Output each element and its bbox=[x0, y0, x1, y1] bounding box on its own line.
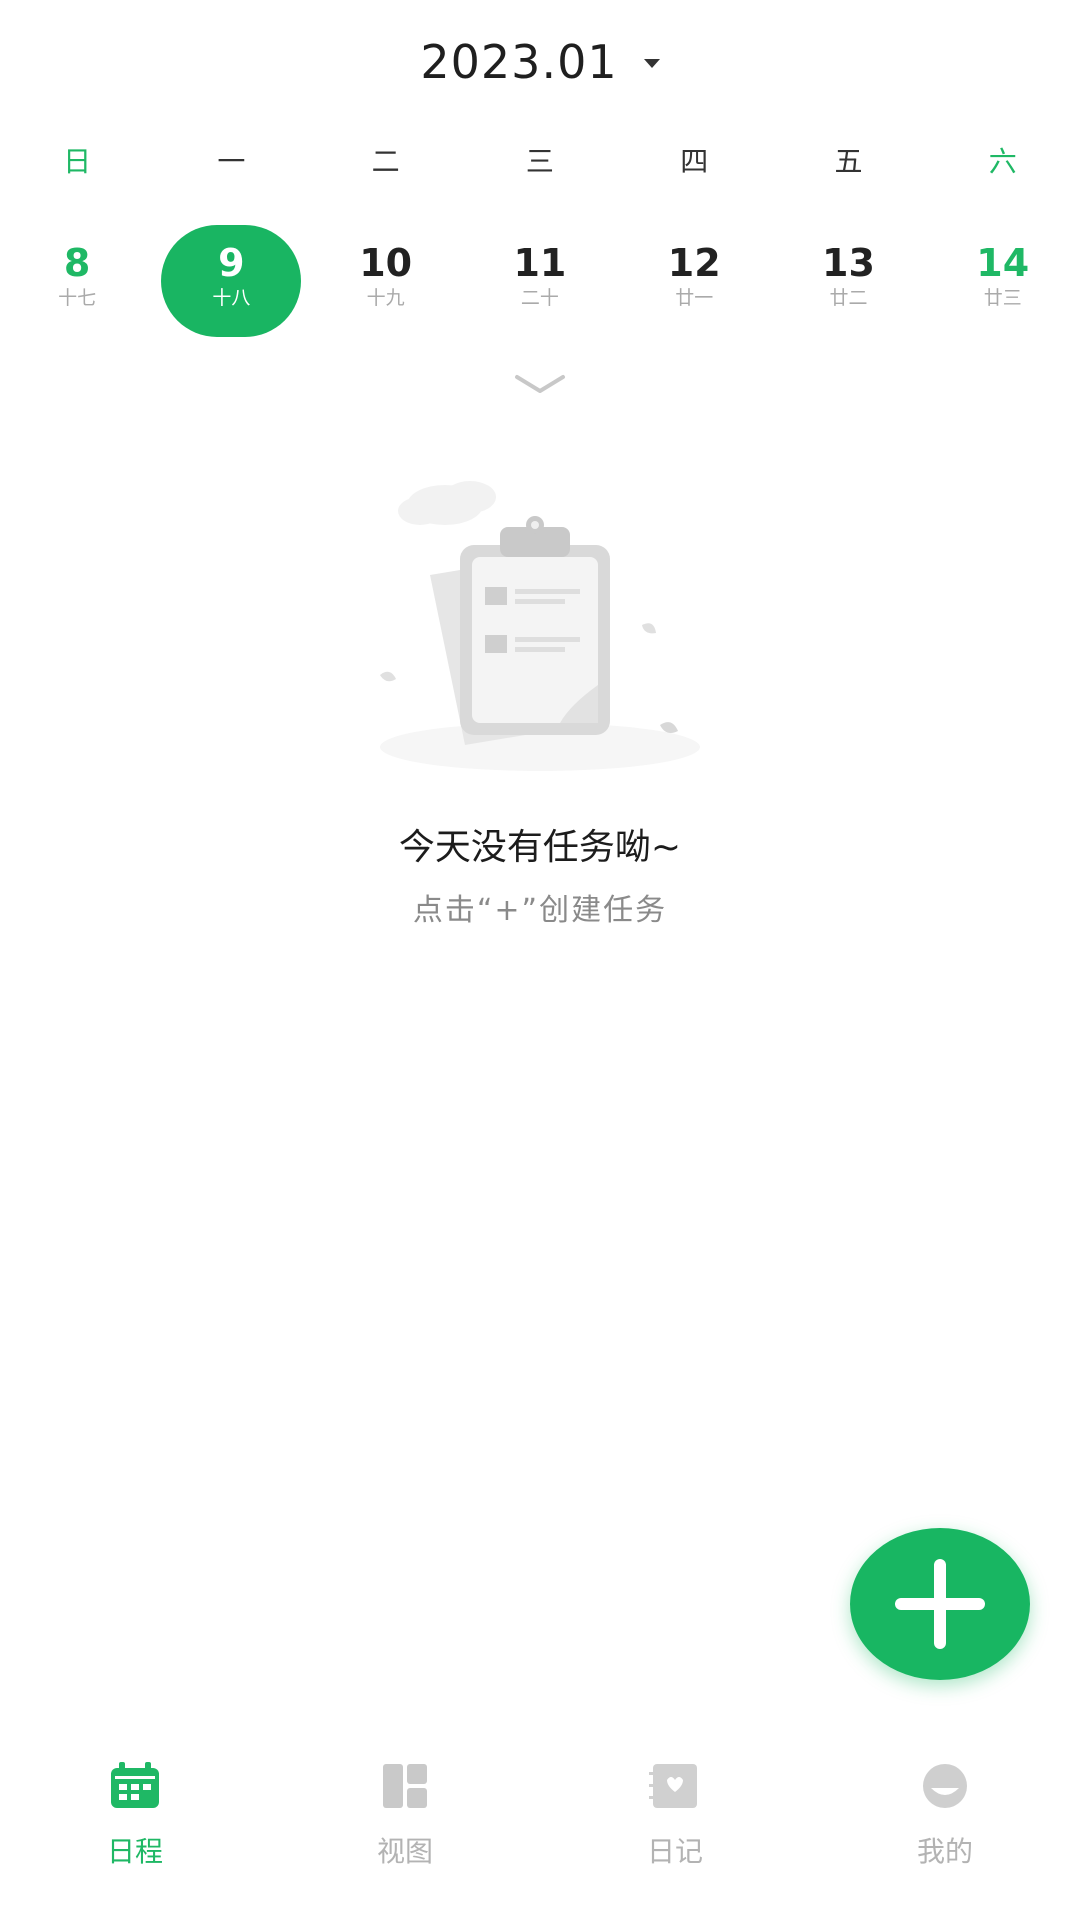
lunar-date: 十八 bbox=[212, 287, 251, 309]
date-number: 14 bbox=[976, 241, 1030, 285]
weekday-tue: 二 bbox=[371, 145, 400, 178]
plus-icon-vertical bbox=[934, 1559, 946, 1649]
nav-item-profile[interactable]: 我的 bbox=[810, 1760, 1080, 1910]
weekday-mon: 一 bbox=[217, 145, 246, 178]
date-number: 11 bbox=[513, 241, 567, 285]
date-number: 8 bbox=[63, 241, 91, 285]
weekday-fri: 五 bbox=[834, 145, 863, 178]
lunar-date: 十九 bbox=[366, 287, 405, 309]
date-cell-8[interactable]: 8 十七 bbox=[0, 225, 154, 345]
date-number: 10 bbox=[359, 241, 413, 285]
lunar-date: 二十 bbox=[520, 287, 559, 309]
nav-label: 我的 bbox=[916, 1835, 973, 1868]
date-cell-10[interactable]: 10 十九 bbox=[309, 225, 463, 345]
lunar-date: 十七 bbox=[58, 287, 97, 309]
month-label: 2023.01 bbox=[420, 35, 618, 89]
add-task-button[interactable] bbox=[850, 1528, 1030, 1680]
date-number: 9 bbox=[218, 241, 245, 285]
chevron-down-icon[interactable] bbox=[513, 372, 567, 396]
lunar-date: 廿一 bbox=[675, 287, 714, 309]
nav-label: 视图 bbox=[376, 1835, 433, 1868]
date-cell-11[interactable]: 11 二十 bbox=[463, 225, 617, 345]
date-number: 13 bbox=[822, 241, 875, 285]
empty-state-title: 今天没有任务呦~ bbox=[398, 827, 682, 868]
date-cell-14[interactable]: 14 廿三 bbox=[926, 225, 1080, 345]
lunar-date: 廿三 bbox=[983, 287, 1022, 309]
profile-icon bbox=[923, 1764, 967, 1808]
empty-state-hint: 点击“+”创建任务 bbox=[412, 893, 668, 928]
calendar-icon bbox=[111, 1762, 159, 1808]
empty-clipboard-illustration bbox=[380, 481, 700, 771]
nav-item-schedule[interactable]: 日程 bbox=[0, 1760, 270, 1910]
week-date-strip: 8 十七 9 十八 10 十九 11 二十 12 廿一 13 廿二 14 廿三 bbox=[0, 225, 1080, 345]
date-cell-12[interactable]: 12 廿一 bbox=[617, 225, 771, 345]
nav-label: 日记 bbox=[646, 1835, 703, 1868]
nav-label: 日程 bbox=[106, 1835, 163, 1868]
nav-item-view[interactable]: 视图 bbox=[270, 1760, 540, 1910]
date-cell-13[interactable]: 13 廿二 bbox=[771, 225, 925, 345]
caret-down-icon bbox=[643, 58, 660, 68]
weekday-sun: 日 bbox=[63, 145, 92, 178]
weekday-sat: 六 bbox=[988, 145, 1017, 178]
grid-icon bbox=[383, 1764, 427, 1808]
date-number: 12 bbox=[667, 241, 721, 285]
bottom-nav: 日程 视图 日记 我的 bbox=[0, 1760, 1080, 1910]
weekday-thu: 四 bbox=[680, 145, 709, 178]
diary-icon bbox=[649, 1764, 697, 1808]
app-screen: 2023.01 日 一 二 三 四 五 六 8 十七 9 十八 10 十九 11… bbox=[0, 0, 1080, 1920]
weekday-wed: 三 bbox=[525, 145, 554, 178]
lunar-date: 廿二 bbox=[829, 287, 868, 309]
nav-item-diary[interactable]: 日记 bbox=[540, 1760, 810, 1910]
month-selector[interactable]: 2023.01 bbox=[0, 22, 1080, 102]
date-cell-9-selected[interactable]: 9 十八 bbox=[154, 225, 308, 345]
weekday-header: 日 一 二 三 四 五 六 bbox=[0, 140, 1080, 180]
